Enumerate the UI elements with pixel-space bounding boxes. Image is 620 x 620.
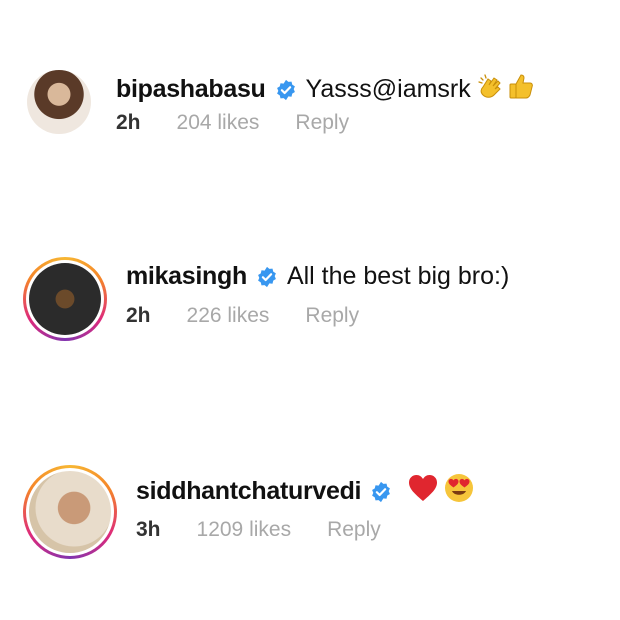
clapping-hands-icon [477,72,505,107]
comment-body: siddhantchaturvedi [136,472,475,511]
comment-meta: 3h 1209 likes Reply [136,518,381,542]
mention-link[interactable]: @iamsrk [372,75,471,104]
comment-mikasingh: mikasingh All the best big bro:) 2h 226 … [0,255,620,341]
comment-text: Yasss [305,75,372,103]
avatar-image [29,471,111,553]
verified-badge-icon [370,481,392,503]
heart-eyes-icon [443,472,475,511]
avatar-image [29,263,101,335]
verified-badge-icon [275,79,297,101]
comment-meta: 2h 226 likes Reply [126,304,359,328]
comment-meta: 2h 204 likes Reply [116,111,349,135]
username[interactable]: bipashabasu [116,75,266,104]
username[interactable]: mikasingh [126,262,247,291]
reply-button[interactable]: Reply [305,304,359,328]
reply-button[interactable]: Reply [295,111,349,135]
comment-body: mikasingh All the best big bro:) [126,262,509,291]
avatar-inner [26,468,114,556]
timestamp: 2h [126,304,151,327]
comment-body: bipashabasu Yasss @iamsrk [116,72,535,107]
likes-count[interactable]: 204 likes [177,111,260,135]
avatar-inner [26,260,104,338]
thumbs-up-icon [507,72,535,107]
timestamp: 3h [136,518,161,541]
verified-badge-icon [256,266,278,288]
avatar[interactable] [27,70,91,134]
likes-count[interactable]: 226 likes [187,304,270,328]
likes-count[interactable]: 1209 likes [197,518,292,542]
username[interactable]: siddhantchaturvedi [136,477,362,506]
red-heart-icon [407,473,439,510]
timestamp: 2h [116,111,141,134]
reply-button[interactable]: Reply [327,518,381,542]
comment-bipashabasu: bipashabasu Yasss @iamsrk 2h 204 likes R… [0,70,620,140]
comment-text: All the best big bro:) [286,262,510,290]
comment-siddhantchaturvedi: siddhantchaturvedi 3h 1209 likes Reply [0,465,620,559]
avatar[interactable] [23,465,117,559]
avatar[interactable] [23,257,107,341]
